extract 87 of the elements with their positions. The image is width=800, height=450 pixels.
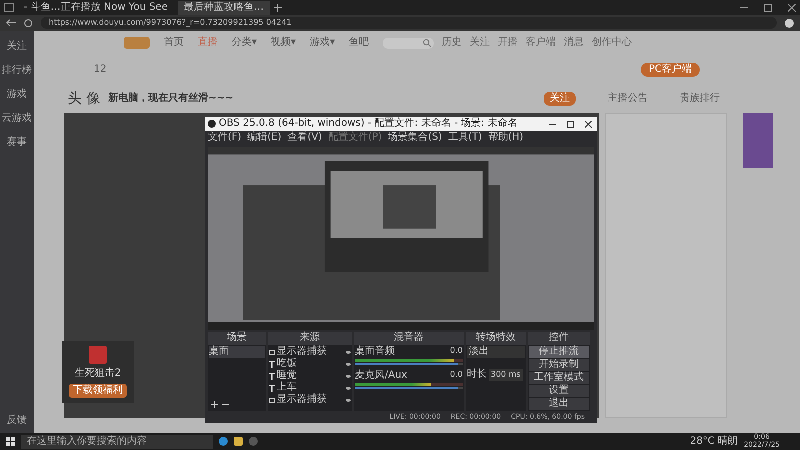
download-button[interactable]: 下载领福利	[69, 384, 127, 398]
source-item[interactable]: 显示器捕获	[277, 394, 327, 406]
menu-item[interactable]: 工具(T)	[448, 132, 482, 144]
control-button[interactable]: 开始录制	[529, 359, 589, 371]
menu-item[interactable]: 帮助(H)	[488, 132, 524, 144]
nav-link[interactable]: 视频▾	[271, 37, 296, 49]
address-bar[interactable]: https://www.douyu.com/9973076?_r=0.73209921395 04241	[41, 17, 777, 29]
eye-icon[interactable]	[346, 350, 351, 354]
windows-start-icon[interactable]	[6, 437, 15, 446]
header-link[interactable]: 客户端	[526, 37, 556, 49]
menu-item[interactable]: 场景集合(S)	[388, 132, 442, 144]
control-button[interactable]: 设置	[529, 385, 589, 397]
back-icon[interactable]	[6, 19, 16, 27]
game-logo-icon	[89, 346, 107, 364]
search-icon[interactable]	[423, 39, 432, 47]
eye-icon[interactable]	[346, 398, 351, 402]
panel-tab[interactable]: 贵族排行	[680, 93, 720, 105]
header-link[interactable]: 创作中心	[592, 37, 632, 49]
eye-icon[interactable]	[346, 386, 351, 390]
sidebar-item[interactable]: 游戏	[7, 89, 27, 101]
menu-item[interactable]: 编辑(E)	[248, 132, 282, 144]
dock-header: 转场特效	[466, 332, 526, 345]
dock-header: 场景	[208, 332, 266, 345]
header-link[interactable]: 开播	[498, 37, 518, 49]
close-icon[interactable]	[788, 4, 796, 12]
follow-button[interactable]: 关注	[544, 92, 576, 106]
eye-icon[interactable]	[346, 362, 351, 366]
control-button[interactable]: 停止推流	[529, 346, 589, 358]
game-title: 生死狙击2	[74, 368, 122, 380]
browser-tab[interactable]: 最后种蓝攻略鱼…	[178, 0, 270, 14]
follow-count: 12	[94, 64, 107, 76]
weather-text: 28°C 晴朗	[690, 436, 738, 448]
app-logo-icon	[208, 120, 216, 128]
audio-reading: 0.0	[450, 370, 463, 381]
nav-link[interactable]: 游戏▾	[310, 37, 336, 49]
header-link[interactable]: 关注	[470, 37, 490, 49]
add-icon[interactable]	[211, 401, 218, 408]
close-icon[interactable]	[585, 120, 592, 128]
duration-label: 时长	[467, 369, 487, 381]
source-item[interactable]: 吃饭	[277, 358, 297, 370]
text-source-icon	[269, 372, 275, 380]
scene-item[interactable]: 桌面	[209, 346, 265, 358]
panel-tab[interactable]: 主播公告	[608, 93, 648, 105]
audio-reading: 0.0	[450, 346, 463, 357]
control-button[interactable]: 工作室模式	[529, 372, 589, 384]
client-button[interactable]: PC客户端	[640, 63, 700, 77]
maximize-icon[interactable]	[567, 120, 574, 128]
nav-link[interactable]: 鱼吧	[349, 37, 370, 49]
source-item[interactable]: 睡觉	[277, 370, 297, 382]
stream-title: 新电脑，现在只有丝滑~~~	[108, 93, 234, 105]
streamer-name: 头 像	[68, 90, 100, 108]
dock-header: 控件	[528, 332, 590, 345]
control-button[interactable]: 退出	[529, 398, 589, 410]
browser-tab[interactable]: - 斗鱼…正在播放 Now You See	[18, 0, 174, 14]
source-item[interactable]: 上车	[277, 382, 297, 394]
transition-select[interactable]: 淡出	[467, 346, 525, 358]
tab-list-icon[interactable]	[4, 3, 14, 12]
window-title: OBS 25.0.8 (64-bit, windows) - 配置文件: 未命名 - 场景: 未命名	[219, 118, 518, 130]
eye-icon[interactable]	[346, 374, 351, 378]
audio-channel-name: 麦克风/Aux	[355, 370, 408, 382]
search-field[interactable]	[383, 38, 434, 48]
sidebar-item[interactable]: 赛事	[7, 137, 27, 149]
audio-channel-name: 桌面音频	[355, 346, 395, 358]
sidebar-item[interactable]: 反馈	[7, 415, 27, 427]
profile-avatar-icon[interactable]	[785, 18, 794, 28]
monitor-icon	[269, 350, 275, 354]
text-source-icon	[269, 360, 275, 368]
dock-header: 混音器	[354, 332, 464, 345]
header-link[interactable]: 历史	[442, 37, 462, 49]
menu-item[interactable]: 查看(V)	[288, 132, 322, 144]
remove-icon[interactable]	[222, 401, 229, 408]
image-icon	[269, 398, 275, 402]
reload-icon[interactable]	[24, 18, 33, 28]
sidebar-item[interactable]: 关注	[7, 41, 27, 53]
dock-header: 来源	[268, 332, 352, 345]
duration-field[interactable]: 300 ms	[489, 369, 523, 381]
taskbar-search-field[interactable]: 在这里输入你要搜索的内容	[21, 434, 213, 448]
sidebar-item[interactable]: 排行榜	[2, 65, 32, 77]
sidebar-item[interactable]: 云游戏	[2, 113, 32, 125]
nav-link[interactable]: 首页	[164, 37, 184, 49]
new-tab-icon[interactable]	[274, 4, 282, 12]
header-link[interactable]: 消息	[564, 37, 584, 49]
nav-link[interactable]: 分类▾	[232, 37, 258, 49]
text-source-icon	[269, 384, 275, 392]
maximize-icon[interactable]	[764, 4, 772, 12]
source-item[interactable]: 显示器捕获	[277, 346, 327, 358]
menu-item[interactable]: 文件(F)	[208, 132, 242, 144]
